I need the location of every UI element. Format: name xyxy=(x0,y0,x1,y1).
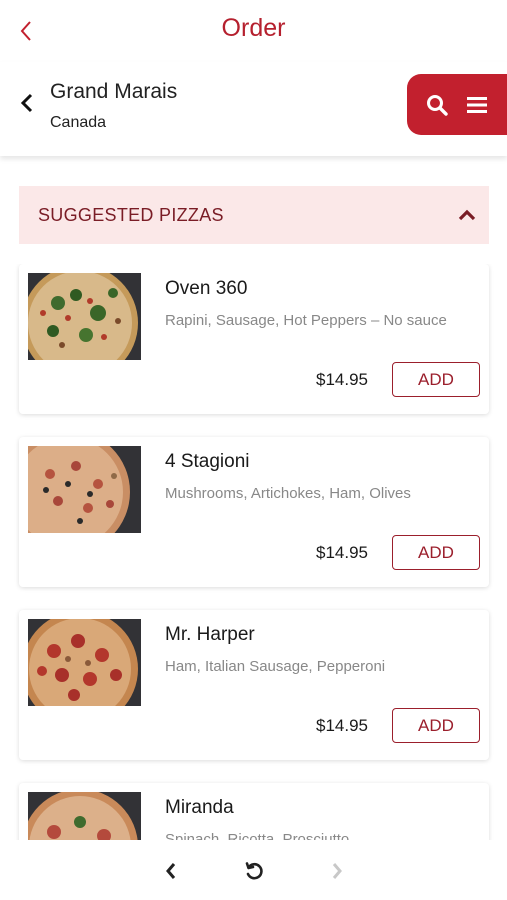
menu-item-card: Miranda Spinach, Ricotta, Prosciutto xyxy=(19,783,489,840)
reload-icon xyxy=(245,862,263,880)
collapse-section-button[interactable] xyxy=(455,203,479,227)
pizza-price: $14.95 xyxy=(316,370,368,389)
pizza-description: Ham, Italian Sausage, Pepperoni xyxy=(165,658,386,675)
pizza-image xyxy=(28,446,141,533)
menu-button[interactable] xyxy=(465,93,489,117)
pizza-photo xyxy=(28,619,141,706)
chevron-left-icon xyxy=(166,863,176,879)
nav-forward-button[interactable] xyxy=(322,856,352,886)
menu-item-card: Mr. Harper Ham, Italian Sausage, Peppero… xyxy=(19,610,489,760)
add-button[interactable]: ADD xyxy=(392,535,480,570)
page-title: Order xyxy=(221,14,286,42)
location-bar: Grand Marais Canada xyxy=(0,62,507,156)
location-country: Canada xyxy=(50,114,107,131)
location-city: Grand Marais xyxy=(50,80,178,103)
nav-reload-button[interactable] xyxy=(239,856,269,886)
chevron-right-icon xyxy=(332,863,342,879)
section-title: SUGGESTED PIZZAS xyxy=(38,204,224,225)
hamburger-menu-icon xyxy=(467,96,487,113)
menu-item-card: 4 Stagioni Mushrooms, Artichokes, Ham, O… xyxy=(19,437,489,587)
action-pill xyxy=(407,74,507,135)
add-button[interactable]: ADD xyxy=(392,362,480,397)
pizza-photo xyxy=(28,792,141,840)
nav-back-button[interactable] xyxy=(156,856,186,886)
pizza-price: $14.95 xyxy=(316,543,368,562)
search-button[interactable] xyxy=(425,93,449,117)
add-button[interactable]: ADD xyxy=(392,708,480,743)
pizza-name: Mr. Harper xyxy=(165,624,255,645)
pizza-name: Miranda xyxy=(165,797,234,818)
chevron-left-icon xyxy=(20,93,33,113)
pizza-description: Mushrooms, Artichokes, Ham, Olives xyxy=(165,485,411,502)
search-icon xyxy=(427,94,448,116)
menu-list: Oven 360 Rapini, Sausage, Hot Peppers – … xyxy=(0,264,507,840)
location-back-button[interactable] xyxy=(14,88,40,118)
pizza-description: Spinach, Ricotta, Prosciutto xyxy=(165,831,350,840)
menu-item-card: Oven 360 Rapini, Sausage, Hot Peppers – … xyxy=(19,264,489,414)
pizza-price: $14.95 xyxy=(316,716,368,735)
suggested-pizzas-header[interactable]: SUGGESTED PIZZAS xyxy=(19,186,489,244)
chevron-up-icon xyxy=(458,209,476,221)
pizza-name: Oven 360 xyxy=(165,278,248,299)
top-bar: Order xyxy=(0,0,507,62)
pizza-image xyxy=(28,792,141,840)
pizza-photo xyxy=(28,446,141,533)
pizza-image xyxy=(28,273,141,360)
bottom-navigation xyxy=(0,840,507,900)
pizza-image xyxy=(28,619,141,706)
pizza-photo xyxy=(28,273,141,360)
pizza-description: Rapini, Sausage, Hot Peppers – No sauce xyxy=(165,312,447,329)
pizza-name: 4 Stagioni xyxy=(165,451,250,472)
